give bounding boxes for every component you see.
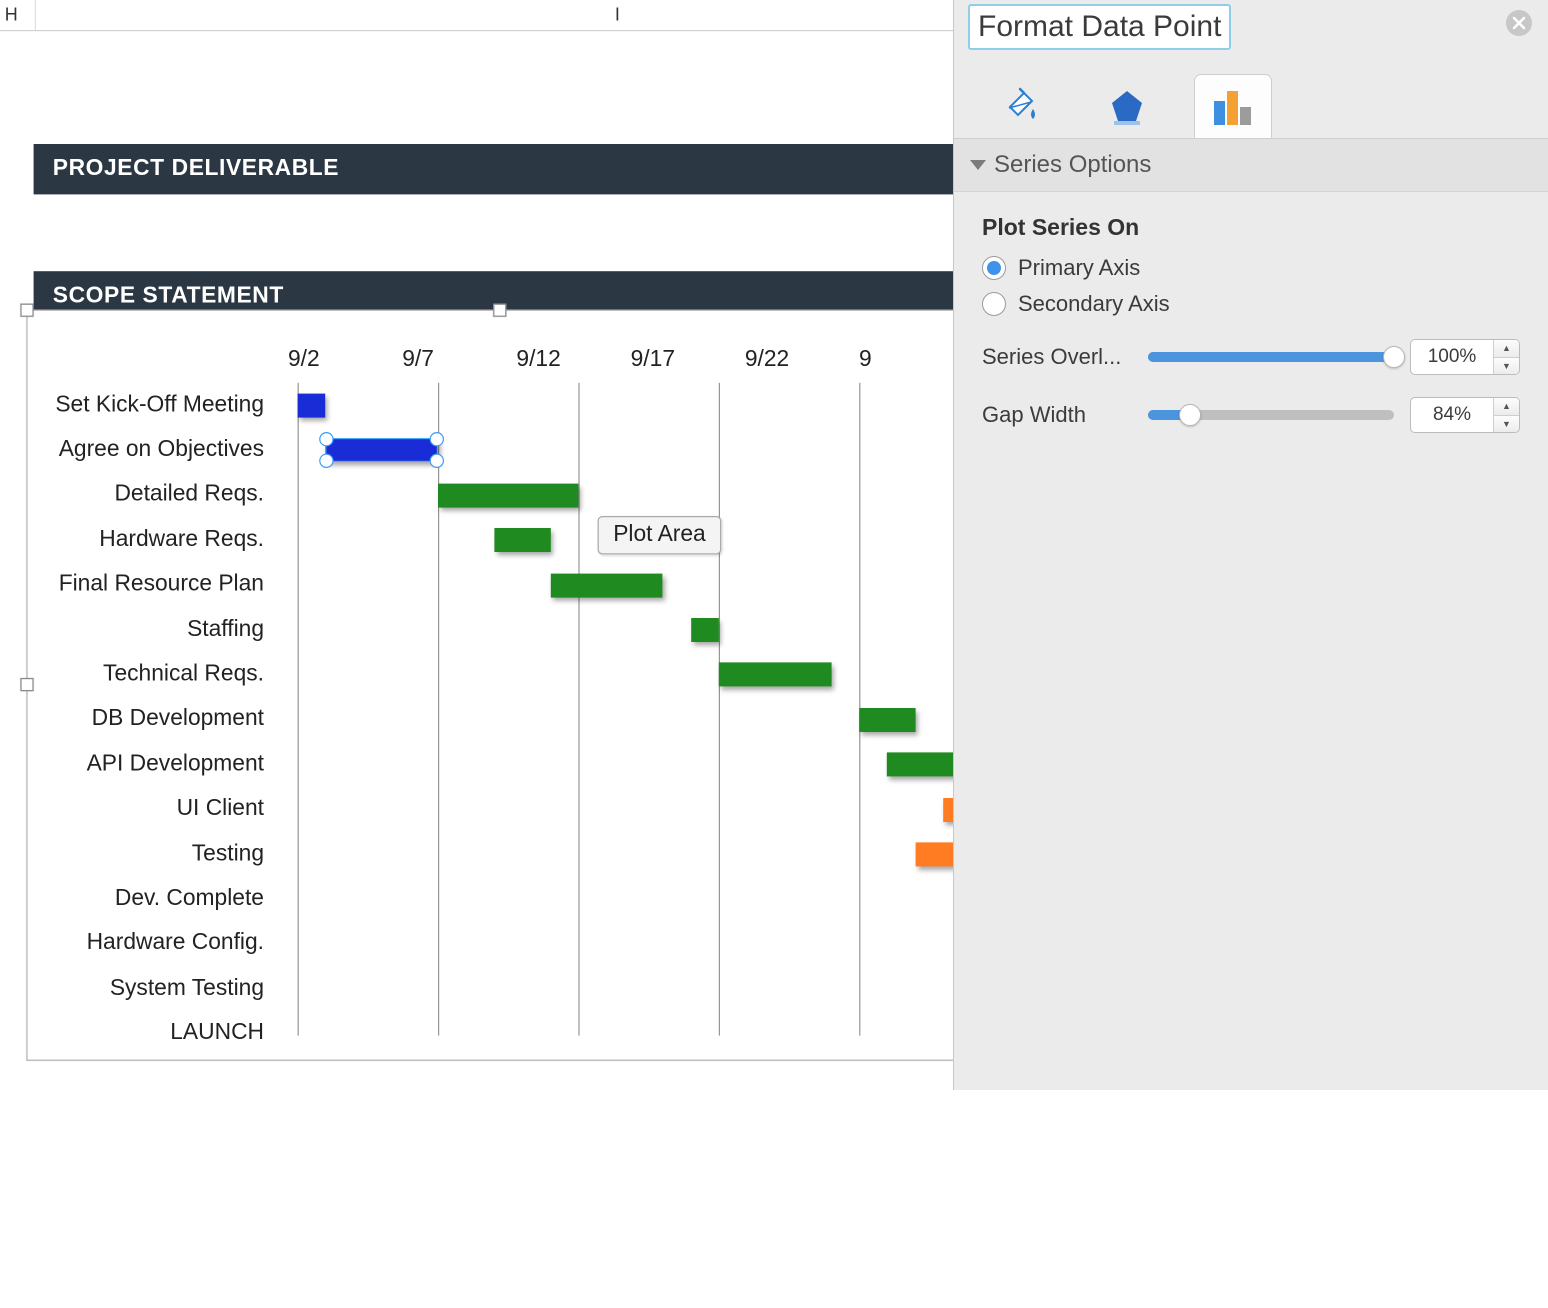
task-row: Set Kick-Off Meeting xyxy=(42,383,990,428)
section-title: Series Options xyxy=(994,151,1151,179)
series-options-tab[interactable] xyxy=(1194,74,1272,138)
x-tick: 9/12 xyxy=(516,347,630,376)
selection-dot[interactable] xyxy=(430,454,444,468)
gantt-chart: 9/29/79/129/179/229 Set Kick-Off Meeting… xyxy=(42,325,973,1045)
task-row: Final Resource Plan xyxy=(42,562,990,607)
gantt-bar[interactable] xyxy=(859,708,915,732)
chart-rows: Set Kick-Off Meeting Agree on Objectives D… xyxy=(42,383,990,1036)
task-label: API Development xyxy=(42,751,276,777)
format-pane-title[interactable]: Format Data Point xyxy=(968,4,1231,50)
selection-dot[interactable] xyxy=(320,454,334,468)
gantt-bar[interactable] xyxy=(438,483,578,507)
fill-tab[interactable] xyxy=(982,74,1060,138)
task-label: DB Development xyxy=(42,706,276,732)
column-header-h[interactable]: H xyxy=(0,0,36,30)
task-label: Staffing xyxy=(42,616,276,642)
gantt-bar[interactable] xyxy=(550,573,662,597)
task-row: Hardware Config. xyxy=(42,921,990,966)
effects-tab[interactable] xyxy=(1088,74,1166,138)
task-label: Technical Reqs. xyxy=(42,661,276,687)
series-overlap-label: Series Overl... xyxy=(982,344,1132,370)
gantt-bar[interactable] xyxy=(494,528,550,552)
x-tick: 9/17 xyxy=(631,347,745,376)
series-overlap-slider[interactable] xyxy=(1148,352,1394,362)
task-row: UI Client xyxy=(42,787,990,832)
task-row: LAUNCH xyxy=(42,1011,990,1056)
primary-axis-radio[interactable]: Primary Axis xyxy=(982,255,1520,281)
task-label: Hardware Reqs. xyxy=(42,527,276,553)
task-label: Detailed Reqs. xyxy=(42,482,276,508)
slider-thumb[interactable] xyxy=(1383,346,1405,368)
format-tabs xyxy=(954,60,1548,138)
x-tick: 9/22 xyxy=(745,347,859,376)
task-row: Agree on Objectives xyxy=(42,428,990,473)
gantt-bar[interactable] xyxy=(691,618,719,642)
task-label: Hardware Config. xyxy=(42,930,276,956)
gap-width-label: Gap Width xyxy=(982,402,1132,428)
task-row: Dev. Complete xyxy=(42,876,990,921)
task-label: Final Resource Plan xyxy=(42,572,276,598)
task-row: Testing xyxy=(42,831,990,876)
task-label: LAUNCH xyxy=(42,1020,276,1046)
gap-width-value[interactable]: 84% xyxy=(1411,398,1493,432)
gap-width-stepper[interactable]: 84% ▲ ▼ xyxy=(1410,397,1520,433)
gantt-bar[interactable] xyxy=(719,663,831,687)
task-label: Testing xyxy=(42,841,276,867)
selection-handle[interactable] xyxy=(20,304,33,317)
stepper-up[interactable]: ▲ xyxy=(1494,340,1519,357)
task-row: API Development xyxy=(42,742,990,787)
task-row: Staffing xyxy=(42,607,990,652)
x-tick: 9/7 xyxy=(402,347,516,376)
task-row: Detailed Reqs. xyxy=(42,473,990,518)
x-axis: 9/29/79/129/179/229 xyxy=(288,347,973,376)
task-label: System Testing xyxy=(42,975,276,1001)
selection-handle[interactable] xyxy=(20,678,33,691)
chart-object[interactable]: 9/29/79/129/179/229 Set Kick-Off Meeting… xyxy=(26,310,974,1061)
chevron-down-icon xyxy=(970,160,986,170)
radio-icon xyxy=(982,256,1006,280)
primary-axis-label: Primary Axis xyxy=(1018,255,1140,281)
task-label: Dev. Complete xyxy=(42,886,276,912)
task-row: Technical Reqs. xyxy=(42,652,990,697)
slider-thumb[interactable] xyxy=(1179,404,1201,426)
task-label: Set Kick-Off Meeting xyxy=(42,392,276,418)
plot-series-on-label: Plot Series On xyxy=(982,214,1520,241)
plot-area-tooltip: Plot Area xyxy=(598,516,722,554)
secondary-axis-radio[interactable]: Secondary Axis xyxy=(982,291,1520,317)
format-pane: Format Data Point xyxy=(953,0,1548,1090)
series-options-header[interactable]: Series Options xyxy=(954,139,1548,192)
gantt-bar[interactable] xyxy=(298,394,326,418)
selection-dot[interactable] xyxy=(430,432,444,446)
gantt-bar[interactable] xyxy=(326,438,438,462)
task-row: DB Development xyxy=(42,697,990,742)
stepper-up[interactable]: ▲ xyxy=(1494,398,1519,415)
selection-handle[interactable] xyxy=(493,304,506,317)
task-row: System Testing xyxy=(42,966,990,1011)
gap-width-slider[interactable] xyxy=(1148,410,1394,420)
stepper-down[interactable]: ▼ xyxy=(1494,415,1519,433)
radio-icon xyxy=(982,292,1006,316)
stepper-down[interactable]: ▼ xyxy=(1494,357,1519,375)
task-label: UI Client xyxy=(42,796,276,822)
selection-dot[interactable] xyxy=(320,432,334,446)
series-overlap-value[interactable]: 100% xyxy=(1411,340,1493,374)
series-overlap-stepper[interactable]: 100% ▲ ▼ xyxy=(1410,339,1520,375)
task-label: Agree on Objectives xyxy=(42,437,276,463)
task-row: Hardware Reqs. xyxy=(42,517,990,562)
secondary-axis-label: Secondary Axis xyxy=(1018,291,1170,317)
x-tick: 9/2 xyxy=(288,347,402,376)
close-icon[interactable] xyxy=(1506,10,1532,36)
